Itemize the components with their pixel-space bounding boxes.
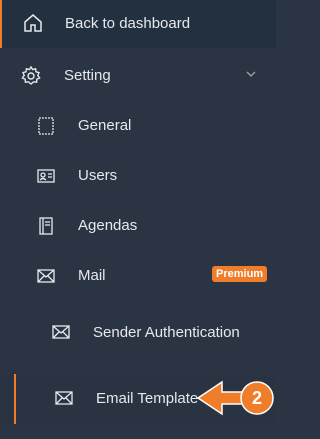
callout-arrow [196, 380, 274, 416]
arrow-icon [196, 380, 247, 416]
step-number: 2 [251, 388, 262, 408]
